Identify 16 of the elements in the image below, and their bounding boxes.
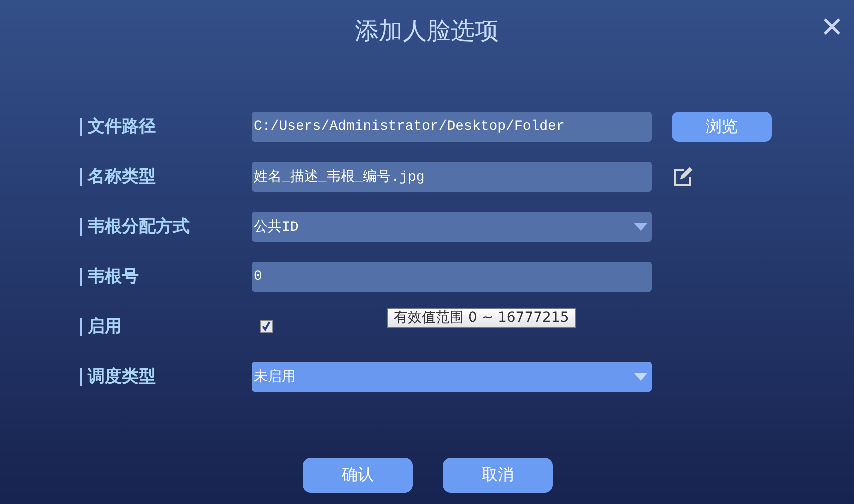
text-field[interactable]: C:/Users/Administrator/Desktop/Folder (252, 112, 652, 142)
browse-button[interactable]: 浏览 (672, 112, 772, 142)
text-field[interactable]: 姓名_描述_韦根_编号.jpg (252, 162, 652, 192)
dropdown[interactable]: 未启用 (252, 362, 652, 392)
text-field[interactable]: 0 (252, 262, 652, 292)
window-title: 添加人脸选项 (355, 16, 499, 46)
close-button[interactable]: ✕ (820, 14, 844, 42)
caret-icon (634, 223, 648, 231)
checkbox[interactable] (260, 320, 273, 333)
caret-icon (634, 373, 648, 381)
dropdown[interactable]: 公共ID (252, 212, 652, 242)
confirm-button[interactable]: 确认 (303, 458, 413, 493)
cancel-button[interactable]: 取消 (443, 458, 553, 493)
tooltip: 有效值范围 0 ~ 16777215 (387, 308, 576, 328)
field-label: 启用 (80, 318, 252, 336)
edit-icon[interactable] (673, 167, 693, 187)
